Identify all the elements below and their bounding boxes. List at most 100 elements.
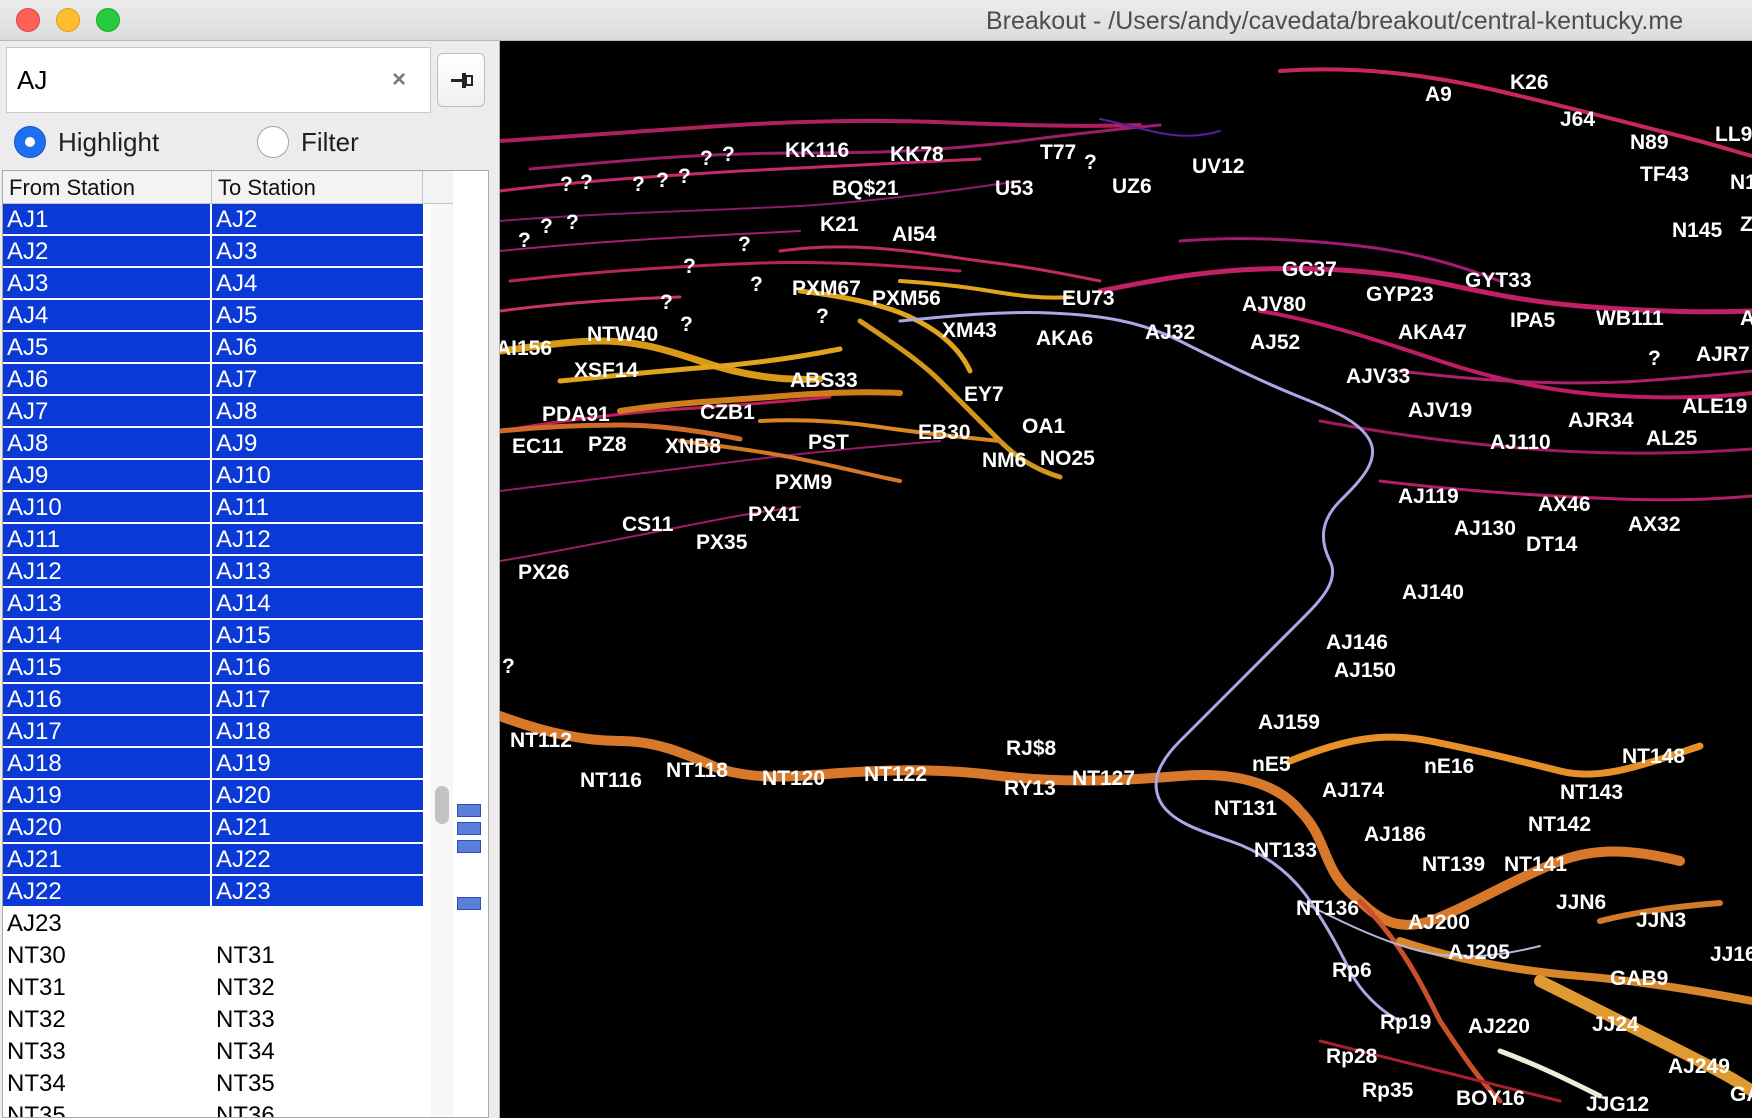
table-row[interactable]: AJ21 AJ22 (3, 844, 423, 876)
station-label: AJ32 (1145, 321, 1195, 344)
station-label: DT14 (1526, 533, 1578, 556)
station-label: JJN3 (1636, 909, 1686, 932)
match-marker[interactable] (457, 840, 481, 853)
station-label: UV12 (1192, 155, 1245, 178)
station-label: EY7 (964, 383, 1004, 406)
zoom-window-button[interactable] (96, 8, 120, 32)
station-label: JJ24 (1592, 1013, 1639, 1036)
question-marker: ? (722, 143, 735, 166)
match-marker[interactable] (457, 804, 481, 817)
station-label: AJ150 (1334, 659, 1396, 682)
table-row[interactable]: AJ9 AJ10 (3, 460, 423, 492)
column-header-to-station[interactable]: To Station (212, 171, 423, 204)
pin-button[interactable] (437, 53, 485, 107)
station-label: PXM67 (792, 277, 861, 300)
table-row[interactable]: NT32 NT33 (3, 1004, 423, 1036)
table-row[interactable]: NT33 NT34 (3, 1036, 423, 1068)
table-row[interactable]: AJ16 AJ17 (3, 684, 423, 716)
from-station-cell: NT32 (3, 1004, 212, 1036)
close-window-button[interactable] (16, 8, 40, 32)
station-label: CS11 (622, 513, 674, 536)
from-station-cell: AJ7 (3, 396, 212, 428)
search-field-container: × (6, 47, 431, 113)
table-row[interactable]: AJ10 AJ11 (3, 492, 423, 524)
window-titlebar: Breakout - /Users/andy/cavedata/breakout… (0, 0, 1752, 41)
table-row[interactable]: AJ11 AJ12 (3, 524, 423, 556)
table-scrollbar-track[interactable] (431, 204, 453, 1117)
table-header: From Station To Station (3, 171, 453, 204)
from-station-cell: NT33 (3, 1036, 212, 1068)
table-row[interactable]: AJ8 AJ9 (3, 428, 423, 460)
table-scrollbar-thumb[interactable] (435, 786, 449, 824)
station-label: NT122 (864, 763, 927, 786)
to-station-cell: NT35 (212, 1068, 423, 1100)
station-label: PX41 (748, 503, 800, 526)
cave-map-view[interactable]: A9 K26 J64 N89 LL9 TF43 N1 N145 Z KK116 … (500, 41, 1752, 1118)
from-station-cell: AJ13 (3, 588, 212, 620)
station-label: A (1740, 307, 1752, 330)
station-label: UZ6 (1112, 175, 1152, 198)
table-row[interactable]: NT35 NT36 (3, 1100, 423, 1117)
match-marker[interactable] (457, 897, 481, 910)
station-label: RJ$8 (1006, 737, 1057, 760)
table-row[interactable]: AJ7 AJ8 (3, 396, 423, 428)
table-row[interactable]: AJ15 AJ16 (3, 652, 423, 684)
station-label: K21 (820, 213, 859, 236)
station-label: GYP23 (1366, 283, 1434, 306)
table-row[interactable]: AJ4 AJ5 (3, 300, 423, 332)
station-label: Rp19 (1380, 1011, 1431, 1034)
table-row[interactable]: AJ22 AJ23 (3, 876, 423, 908)
table-row[interactable]: AJ17 AJ18 (3, 716, 423, 748)
to-station-cell: AJ11 (212, 492, 423, 524)
table-row[interactable]: AJ5 AJ6 (3, 332, 423, 364)
clear-search-icon[interactable]: × (386, 66, 412, 94)
table-row[interactable]: NT30 NT31 (3, 940, 423, 972)
table-row[interactable]: AJ2 AJ3 (3, 236, 423, 268)
station-label: PXM9 (775, 471, 832, 494)
station-label: AX46 (1538, 493, 1591, 516)
from-station-cell: AJ11 (3, 524, 212, 556)
station-label: AJR34 (1568, 409, 1634, 432)
table-row[interactable]: NT34 NT35 (3, 1068, 423, 1100)
table-row[interactable]: AJ3 AJ4 (3, 268, 423, 300)
filter-radio-option[interactable]: Filter (257, 119, 359, 165)
station-label: AI156 (500, 337, 552, 360)
from-station-cell: NT31 (3, 972, 212, 1004)
highlight-radio[interactable] (14, 126, 46, 158)
cave-map-canvas[interactable]: A9 K26 J64 N89 LL9 TF43 N1 N145 Z KK116 … (500, 41, 1752, 1118)
station-label: Z (1740, 213, 1752, 236)
station-label: BOY16 (1456, 1087, 1525, 1110)
table-row[interactable]: AJ12 AJ13 (3, 556, 423, 588)
table-row[interactable]: AJ14 AJ15 (3, 620, 423, 652)
station-label: NT142 (1528, 813, 1591, 836)
column-header-from-station[interactable]: From Station (3, 171, 212, 204)
from-station-cell: AJ12 (3, 556, 212, 588)
highlight-radio-option[interactable]: Highlight (14, 119, 159, 165)
station-label: EB30 (918, 421, 971, 444)
window-title: Breakout - /Users/andy/cavedata/breakout… (986, 7, 1684, 35)
minimize-window-button[interactable] (56, 8, 80, 32)
from-station-cell: AJ18 (3, 748, 212, 780)
from-station-cell: AJ20 (3, 812, 212, 844)
table-row[interactable]: AJ1 AJ2 (3, 204, 423, 236)
table-row[interactable]: NT31 NT32 (3, 972, 423, 1004)
from-station-cell: AJ6 (3, 364, 212, 396)
table-row[interactable]: AJ23 (3, 908, 423, 940)
table-row[interactable]: AJ18 AJ19 (3, 748, 423, 780)
table-row[interactable]: AJ6 AJ7 (3, 364, 423, 396)
to-station-cell: AJ4 (212, 268, 423, 300)
table-row[interactable]: AJ19 AJ20 (3, 780, 423, 812)
station-label: AJR7 (1696, 343, 1750, 366)
filter-radio[interactable] (257, 126, 289, 158)
search-input[interactable] (17, 58, 377, 102)
table-row[interactable]: AJ20 AJ21 (3, 812, 423, 844)
table-body: AJ1 AJ2 AJ2 AJ3 AJ3 AJ4 AJ4 AJ5 AJ5 AJ6 AJ6 AJ7 AJ7 A… (3, 204, 423, 1117)
to-station-cell: AJ2 (212, 204, 423, 236)
match-marker[interactable] (457, 822, 481, 835)
station-label: EC11 (512, 435, 564, 458)
table-row[interactable]: AJ13 AJ14 (3, 588, 423, 620)
station-label: GAB9 (1610, 967, 1668, 990)
station-label: NT116 (580, 769, 642, 792)
station-label: NT141 (1504, 853, 1567, 876)
from-station-cell: AJ21 (3, 844, 212, 876)
